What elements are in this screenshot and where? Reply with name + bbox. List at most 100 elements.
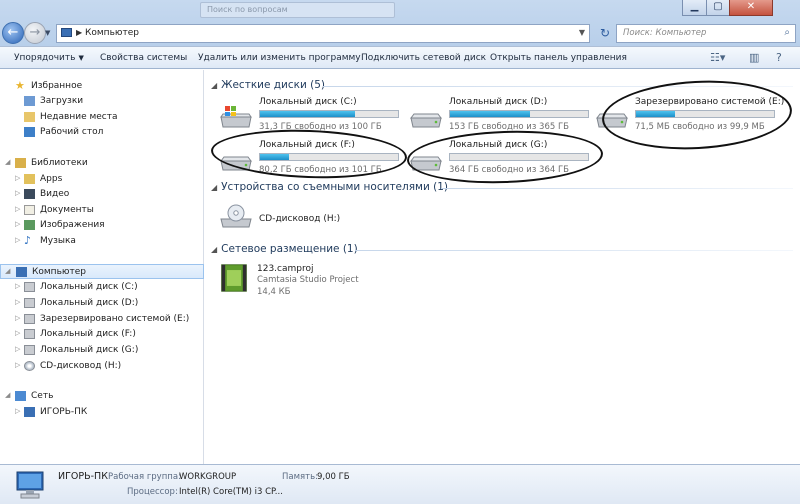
workgroup-label: Рабочая группа: [108,472,181,482]
nav-documents[interactable]: ▷ Документы [0,203,204,218]
chevron-down-icon: ▼ [78,54,84,62]
nav-network-pc[interactable]: ▷ ИГОРЬ-ПК [0,405,204,420]
back-button[interactable]: ← [2,22,24,44]
search-input[interactable]: Поиск: Компьютер ⌕ [616,24,796,43]
drive-tile[interactable]: Локальный диск (C:) 31,3 ГБ свободно из … [219,97,409,137]
minimize-button[interactable]: ▁ [682,0,707,16]
drive-name: Локальный диск (C:) [259,97,357,107]
organize-button[interactable]: Упорядочить ▼ [14,53,84,63]
nav-libraries[interactable]: ◢ Библиотеки [0,156,204,171]
drive-name: Локальный диск (F:) [259,140,355,150]
change-view-icon[interactable]: ☷▾ [710,51,725,64]
collapse-arrow-icon[interactable]: ◢ [211,81,217,90]
expand-arrow-icon[interactable]: ▷ [15,220,20,228]
drive-icon [24,282,35,292]
help-icon[interactable]: ? [776,51,782,64]
expand-arrow-icon[interactable]: ▷ [15,361,20,369]
cd-drive-tile[interactable]: CD-дисковод (H:) [219,201,379,241]
drive-tile[interactable]: Локальный диск (G:) 364 ГБ свободно из 3… [409,140,599,180]
nav-drive-d[interactable]: ▷ Локальный диск (D:) [0,296,204,311]
drive-free-space: 153 ГБ свободно из 365 ГБ [449,122,569,132]
open-control-panel-button[interactable]: Открыть панель управления [490,53,627,63]
usage-bar-fill [450,111,531,117]
expand-arrow-icon[interactable]: ▷ [15,282,20,290]
address-dropdown-icon[interactable]: ▼ [579,28,585,37]
collapse-arrow-icon[interactable]: ◢ [5,267,10,275]
close-button[interactable]: ✕ [729,0,773,16]
workgroup-value: WORKGROUP [179,472,237,482]
recent-places-icon [24,112,35,122]
nav-drive-c[interactable]: ▷ Локальный диск (C:) [0,280,204,295]
computer-icon [61,28,72,37]
nav-drive-e[interactable]: ▷ Зарезервировано системой (E:) [0,312,204,327]
expand-arrow-icon[interactable]: ▷ [15,407,20,415]
nav-network[interactable]: ◢ Сеть [0,389,204,404]
file-tile[interactable]: 123.camproj Camtasia Studio Project 14,4… [219,263,419,301]
nav-downloads[interactable]: Загрузки [0,94,204,109]
preview-pane-icon[interactable]: ▥ [749,51,759,64]
expand-arrow-icon[interactable]: ▷ [15,174,20,182]
drive-tile[interactable]: Локальный диск (F:) 80,2 ГБ свободно из … [219,140,409,180]
collapse-arrow-icon[interactable]: ◢ [5,158,10,166]
recent-pages-dropdown[interactable]: ▼ [45,29,50,37]
expand-arrow-icon[interactable]: ▷ [15,314,20,322]
nav-images[interactable]: ▷ Изображения [0,218,204,233]
nav-drive-h[interactable]: ▷ CD-дисковод (H:) [0,359,204,374]
expand-arrow-icon[interactable]: ▷ [15,345,20,353]
usage-bar-fill [636,111,675,117]
drive-name: Локальный диск (D:) [449,97,548,107]
group-divider [355,250,793,251]
uninstall-program-button[interactable]: Удалить или изменить программу [198,53,361,63]
drive-tile[interactable]: Зарезервировано системой (E:) 71,5 МБ св… [595,97,785,137]
breadcrumb-arrow-icon[interactable]: ▶ [76,28,82,37]
nav-apps[interactable]: ▷ Apps [0,172,204,187]
expand-arrow-icon[interactable]: ▷ [15,298,20,306]
breadcrumb-computer[interactable]: Компьютер [85,28,139,38]
address-bar[interactable]: ▶ Компьютер ▼ [56,24,590,43]
search-icon[interactable]: ⌕ [784,27,790,38]
desktop-icon [24,127,35,137]
network-icon [15,391,26,401]
expand-arrow-icon[interactable]: ▷ [15,329,20,337]
cd-drive-icon [220,204,252,228]
usage-bar [449,153,589,161]
computer-icon [16,471,44,499]
collapse-arrow-icon[interactable]: ◢ [5,391,10,399]
hard-drive-icon [220,156,252,171]
nav-computer[interactable]: ◢ Компьютер [0,264,204,279]
drive-tile[interactable]: Локальный диск (D:) 153 ГБ свободно из 3… [409,97,599,137]
expand-arrow-icon[interactable]: ▷ [15,205,20,213]
cpu-value: Intel(R) Core(TM) i3 CP... [179,487,283,497]
nav-music[interactable]: ▷ ♪ Музыка [0,234,204,249]
navigation-pane: ★ Избранное Загрузки Недавние места Рабо… [0,70,204,464]
map-network-drive-button[interactable]: Подключить сетевой диск [361,53,486,63]
nav-drive-g[interactable]: ▷ Локальный диск (G:) [0,343,204,358]
usage-bar-fill [260,154,289,160]
collapse-arrow-icon[interactable]: ◢ [211,183,217,192]
details-pane: ИГОРЬ-ПК Рабочая группа: WORKGROUP Памят… [0,464,800,504]
nav-recent-places[interactable]: Недавние места [0,110,204,125]
nav-drive-f[interactable]: ▷ Локальный диск (F:) [0,327,204,342]
computer-icon [24,407,35,417]
usage-bar [449,110,589,118]
refresh-icon[interactable]: ↻ [594,24,616,43]
usage-bar [635,110,775,118]
nav-video[interactable]: ▷ Видео [0,187,204,202]
expand-arrow-icon[interactable]: ▷ [15,189,20,197]
expand-arrow-icon[interactable]: ▷ [15,236,20,244]
forward-button[interactable]: → [24,22,46,44]
hard-drive-icon [596,113,628,128]
memory-label: Память: [282,472,318,482]
collapse-arrow-icon[interactable]: ◢ [211,245,217,254]
title-bar: Поиск по вопросам ▁ ▢ ✕ ← → ▼ ▶ Компьюте… [0,0,800,46]
drive-icon [24,298,35,308]
maximize-button[interactable]: ▢ [706,0,730,16]
nav-desktop[interactable]: Рабочий стол [0,125,204,140]
group-network-location[interactable]: ◢ Сетевое размещение (1) [211,243,358,255]
group-hard-disks[interactable]: ◢ Жесткие диски (5) [211,79,325,91]
drive-icon [24,345,35,355]
nav-favorites[interactable]: ★ Избранное [0,79,204,94]
system-properties-button[interactable]: Свойства системы [100,53,187,63]
group-removable[interactable]: ◢ Устройства со съемными носителями (1) [211,181,448,193]
computer-icon [16,267,27,277]
